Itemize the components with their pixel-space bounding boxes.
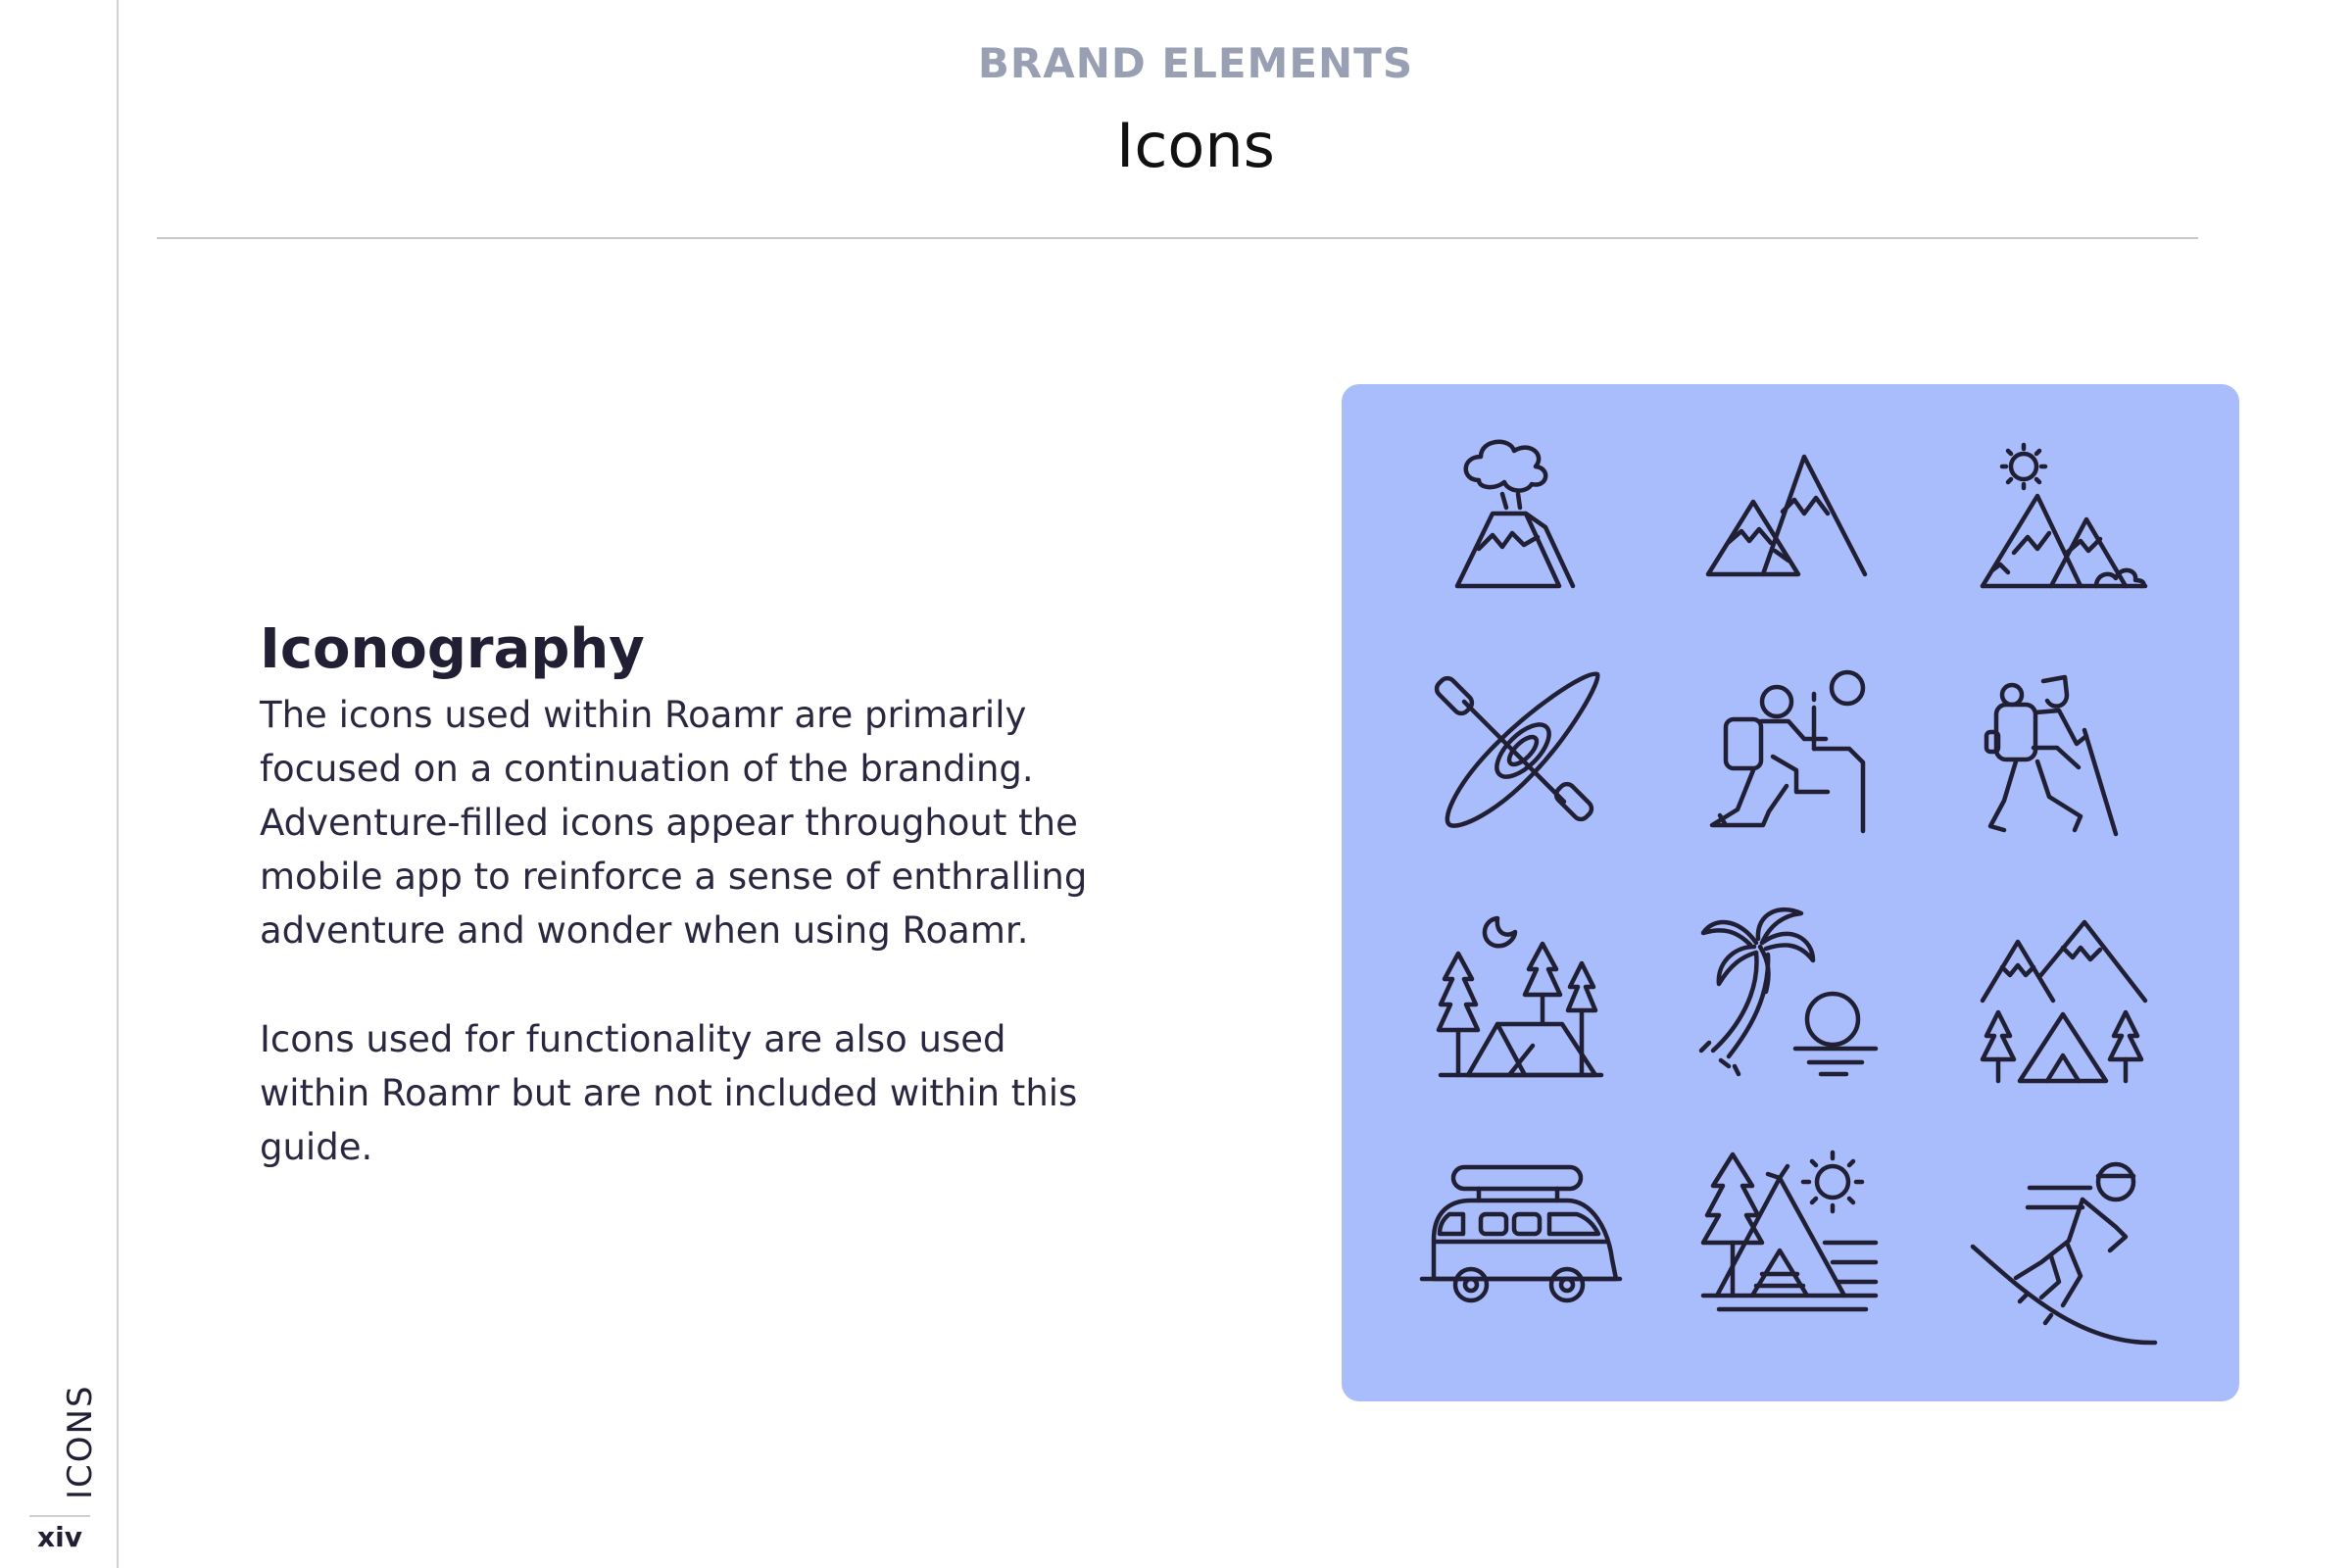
mountains-camp-icon (1980, 919, 2148, 1084)
palm-beach-sunset-icon (1698, 907, 1879, 1077)
icon-panel (1342, 384, 2239, 1401)
volcano-icon (1454, 439, 1576, 589)
camper-van-icon (1419, 1164, 1623, 1303)
mountains-icon (1705, 454, 1868, 577)
teepee-sun-icon (1700, 1150, 1879, 1312)
page-number: xiv (37, 1521, 82, 1553)
skier-icon (1970, 1161, 2158, 1346)
section-heading: Iconography (260, 617, 645, 681)
body-paragraph: Icons used for functionality are also us… (260, 1018, 1078, 1168)
page-title: Icons (1116, 110, 1275, 181)
body-text: The icons used within Roamr are primaril… (260, 688, 1122, 1229)
header-divider (157, 237, 2198, 239)
section-kicker: BRAND ELEMENTS (977, 39, 1414, 87)
kayak-icon (1434, 671, 1600, 828)
sidebar-section-label: ICONS (61, 1384, 100, 1499)
hiker-icon (1984, 674, 2119, 837)
body-paragraph: The icons used within Roamr are primaril… (260, 694, 1088, 952)
sidebar-divider (29, 1515, 90, 1517)
sidebar-rule (117, 0, 119, 1568)
mountains-sun-icon (1980, 442, 2148, 589)
climber-icon (1709, 669, 1866, 834)
forest-tent-moon-icon (1436, 915, 1604, 1078)
